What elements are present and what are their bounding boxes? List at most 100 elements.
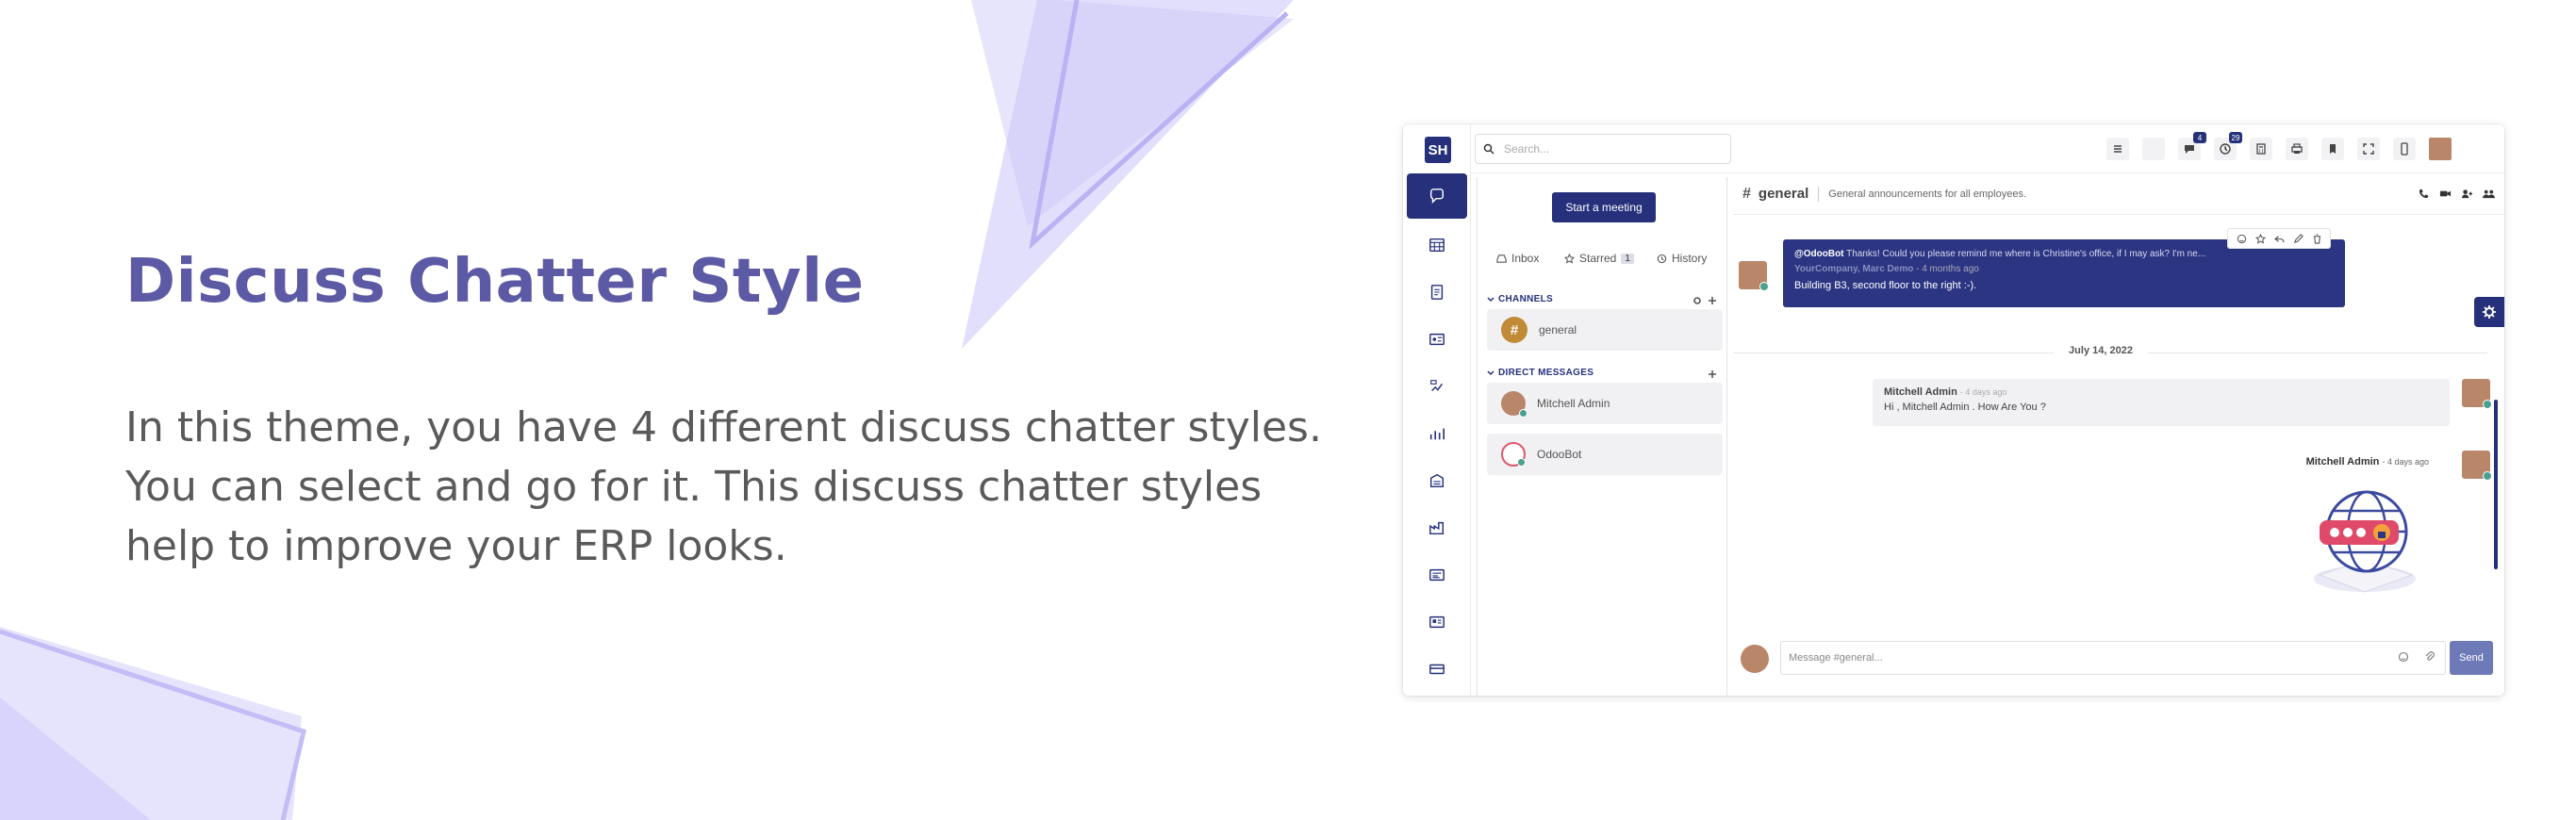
user-avatar[interactable]	[2429, 138, 2452, 160]
paperclip-icon[interactable]	[2424, 651, 2436, 663]
hash-icon: #	[1501, 317, 1527, 343]
composer-placeholder: Message #general...	[1789, 652, 1883, 664]
online-status-icon	[1517, 458, 1526, 467]
dm-item-mitchell-admin[interactable]: Mitchell Admin	[1487, 383, 1723, 424]
dm-item-label: Mitchell Admin	[1537, 397, 1610, 410]
message-author: YourCompany, Marc Demo	[1794, 264, 1914, 274]
avatar	[1741, 645, 1769, 673]
discuss-icon[interactable]	[1407, 173, 1467, 219]
search-icon	[1483, 143, 1494, 155]
thread-description[interactable]: General announcements for all employees.	[1828, 189, 2026, 200]
message-header: Mitchell Admin - 4 days ago	[2306, 456, 2429, 467]
manufacturing-icon[interactable]	[1413, 508, 1461, 548]
composer-tools	[2398, 651, 2436, 663]
thread-tools	[2418, 188, 2495, 200]
mailbox-starred-label: Starred	[1579, 252, 1617, 265]
sales-icon[interactable]	[1413, 414, 1461, 453]
channel-item-label: general	[1539, 323, 1577, 336]
dm-tools	[1708, 369, 1717, 379]
date-separator: July 14, 2022	[1733, 343, 2487, 362]
bookmark-icon[interactable]	[2321, 138, 2344, 160]
emoji-icon[interactable]	[2237, 234, 2247, 244]
crm-icon[interactable]	[1413, 367, 1461, 406]
history-icon	[1657, 254, 1667, 263]
print-icon[interactable]	[2286, 138, 2308, 160]
message-bubble: Mitchell Admin - 4 days ago Hi , Mitchel…	[1873, 379, 2450, 426]
date-separator-label: July 14, 2022	[2054, 345, 2148, 356]
mailbox-starred[interactable]: Starred 1	[1564, 248, 1634, 269]
activity-icon[interactable]: 29	[2214, 132, 2242, 160]
invoice-icon[interactable]	[1413, 272, 1461, 312]
mailbox-inbox-label: Inbox	[1511, 252, 1540, 265]
scrollbar[interactable]	[2494, 400, 2498, 569]
direct-messages-header[interactable]: DIRECT MESSAGES	[1487, 368, 1593, 378]
app-screenshot: SH Search... 4 29 Start a meeting Inbox …	[1403, 124, 2504, 696]
theme-settings-button[interactable]	[2474, 297, 2504, 327]
divider	[1818, 186, 1820, 202]
chat-icon[interactable]: 4	[2178, 132, 2206, 160]
message-body: Building B3, second floor to the right :…	[1794, 280, 1977, 291]
phone-icon[interactable]	[2418, 188, 2430, 200]
mailbox-inbox[interactable]: Inbox	[1496, 248, 1539, 269]
chevron-down-icon	[1487, 296, 1494, 302]
star-icon	[1564, 253, 1575, 264]
globe-login-illustration[interactable]	[2306, 473, 2427, 598]
online-status-icon	[2483, 471, 2492, 481]
hash-icon: #	[1742, 185, 1751, 202]
add-dm-icon[interactable]	[1708, 369, 1717, 379]
mailbox-history[interactable]: History	[1657, 248, 1707, 269]
calendar-icon[interactable]	[1413, 225, 1461, 265]
contacts-icon[interactable]	[1413, 320, 1461, 359]
channels-header[interactable]: CHANNELS	[1487, 294, 1553, 304]
mailbox-history-label: History	[1672, 252, 1708, 265]
avatar	[1501, 391, 1527, 418]
message-meta: YourCompany, Marc Demo - 4 months ago	[1794, 264, 2334, 274]
website-icon[interactable]	[1413, 555, 1461, 595]
moon-icon[interactable]	[2142, 138, 2165, 160]
page-description: In this theme, you have 4 different disc…	[125, 398, 1445, 576]
add-channel-icon[interactable]	[1708, 296, 1717, 305]
thread-title: general	[1758, 186, 1809, 202]
star-icon[interactable]	[2254, 233, 2266, 244]
delete-icon[interactable]	[2312, 233, 2322, 244]
thread-view: # general General announcements for all …	[1733, 173, 2504, 696]
message-date: - 4 days ago	[1959, 387, 2007, 397]
add-user-icon[interactable]	[2461, 188, 2473, 200]
list-icon[interactable]	[2106, 138, 2129, 160]
message-body: Hi , Mitchell Admin . How Are You ?	[1884, 402, 2046, 413]
employees-icon[interactable]	[1413, 602, 1461, 642]
dm-item-odoobot[interactable]: OdooBot	[1487, 434, 1723, 475]
highlighted-message: @OdooBot Thanks! Could you please remind…	[1783, 239, 2345, 307]
app-logo[interactable]: SH	[1425, 137, 1451, 163]
messages-badge: 4	[2193, 132, 2206, 143]
app-topbar: Search... 4 29	[1471, 124, 2504, 173]
edit-icon[interactable]	[2293, 233, 2304, 244]
page-headline: Discuss Chatter Style	[125, 247, 865, 317]
odoobot-avatar	[1501, 442, 1526, 467]
card-icon[interactable]	[1413, 649, 1461, 689]
search-placeholder: Search...	[1504, 142, 1550, 156]
send-button[interactable]: Send	[2450, 641, 2493, 675]
status-icon	[1759, 282, 1769, 291]
emoji-icon[interactable]	[2398, 651, 2409, 663]
avatar	[2462, 379, 2492, 409]
channel-item-general[interactable]: # general	[1487, 309, 1723, 351]
camera-icon[interactable]	[2439, 188, 2452, 200]
search-input[interactable]: Search...	[1475, 134, 1731, 164]
members-icon[interactable]	[2483, 188, 2495, 200]
avatar	[2462, 451, 2492, 481]
quote-mention: @OdooBot	[1794, 249, 1844, 259]
mobile-icon[interactable]	[2393, 138, 2416, 160]
message-author: Mitchell Admin	[1884, 386, 1957, 398]
inventory-icon[interactable]	[1413, 461, 1461, 500]
reply-icon[interactable]	[2273, 234, 2285, 244]
fullscreen-icon[interactable]	[2357, 138, 2380, 160]
reply-quote[interactable]: @OdooBot Thanks! Could you please remind…	[1794, 249, 2334, 259]
activities-badge: 29	[2229, 132, 2242, 143]
message-composer[interactable]: Message #general...	[1780, 641, 2446, 675]
channels-header-label: CHANNELS	[1498, 294, 1553, 304]
calculator-icon[interactable]	[2250, 138, 2272, 160]
gear-icon[interactable]	[1693, 296, 1702, 305]
start-meeting-button[interactable]: Start a meeting	[1552, 192, 1656, 222]
inbox-icon	[1496, 254, 1507, 263]
